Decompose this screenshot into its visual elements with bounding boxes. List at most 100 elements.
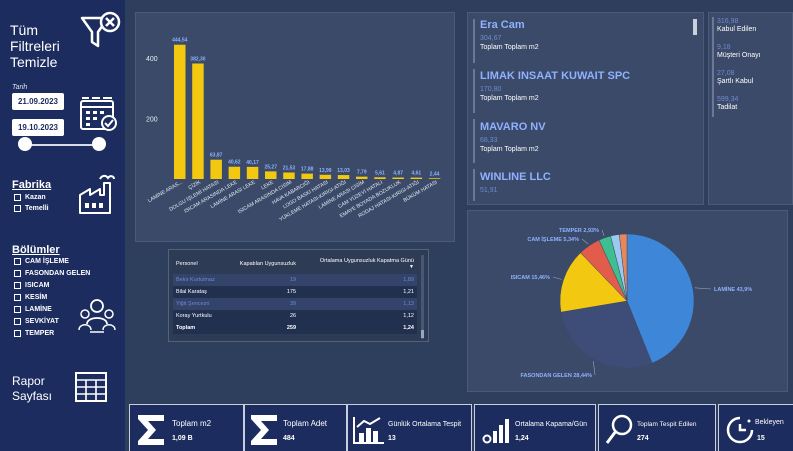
report-page-link[interactable]: Rapor Sayfası: [12, 374, 67, 404]
checkbox[interactable]: [14, 294, 21, 301]
table-total-row: Toplam 259 1,24: [173, 322, 417, 334]
pie-leader-line: [694, 287, 712, 290]
department-option[interactable]: KESİM: [14, 294, 47, 301]
table-row[interactable]: Yiğit Şencezri 39 1,13: [173, 298, 417, 310]
bar: [410, 177, 423, 179]
checkbox[interactable]: [14, 270, 21, 277]
checkbox[interactable]: [14, 318, 21, 325]
pie-slice-label: LAMİNE 43,9%: [714, 286, 752, 293]
department-option[interactable]: ISICAM: [14, 282, 50, 289]
pie-slice-label: CAM İŞLEME 5,34%: [527, 236, 579, 243]
pie-leader-line: [593, 361, 596, 376]
date-label: Tarih: [12, 84, 28, 91]
bar: [356, 176, 368, 179]
date-range-slider[interactable]: [24, 144, 97, 146]
bar: [392, 177, 404, 179]
checkbox[interactable]: [14, 330, 21, 337]
checkbox[interactable]: [14, 306, 21, 313]
bar: [246, 166, 259, 179]
company-accent-bar: [473, 169, 475, 201]
y-tick-label: 400: [146, 56, 158, 63]
end-date-input[interactable]: 19.10.2023: [12, 119, 64, 136]
approval-metrics-panel: 316,98 Kabul Edilen 9,18 Müşteri Onayı 2…: [708, 12, 793, 205]
bar-value-label: 444,54: [172, 38, 188, 44]
bar: [228, 166, 241, 179]
metric-item: 316,98 Kabul Edilen: [717, 18, 757, 33]
column-header-closed[interactable]: Kapatılan Uygunsuzluk: [226, 255, 299, 274]
company-card[interactable]: WINLINE LLC 51,91: [480, 171, 551, 194]
start-date-input[interactable]: 21.09.2023: [12, 93, 64, 110]
pie-leader-line: [581, 238, 589, 245]
table-row[interactable]: Bilal Karataş 175 1,21: [173, 286, 417, 298]
factory-title: Fabrika: [12, 179, 52, 191]
company-list-scrollbar[interactable]: [693, 19, 697, 35]
department-option[interactable]: TEMPER: [14, 330, 54, 337]
kpi-card-pending[interactable]: Bekleyen 15: [718, 404, 793, 451]
y-tick-label: 200: [146, 117, 158, 124]
bar: [337, 175, 350, 179]
factory-option-kazan[interactable]: Kazan: [14, 194, 46, 201]
kpi-card-total-detected[interactable]: Toplam Tespit Edilen 274: [598, 404, 716, 451]
department-option[interactable]: CAM İŞLEME: [14, 258, 69, 265]
pie-slice-label: ISICAM 15,46%: [511, 275, 551, 281]
bar-value-label: 7,79: [357, 170, 367, 176]
column-header-personnel[interactable]: Personel: [173, 255, 226, 274]
table-scrollbar-thumb[interactable]: [421, 330, 424, 338]
bar-value-label: 4,61: [411, 171, 421, 177]
sort-caret-icon: ▼: [409, 264, 414, 270]
department-option[interactable]: FASONDAN GELEN: [14, 270, 90, 277]
bar-value-label: 382,30: [190, 57, 206, 63]
company-card[interactable]: LIMAK INSAAT KUWAIT SPC 170,80 Toplam To…: [480, 70, 630, 102]
checkbox[interactable]: [14, 194, 21, 201]
filter-sidebar: Tüm Filtreleri Temizle Tarih 21.09.2023 …: [0, 0, 125, 451]
metric-item: 599,34 Tadilat: [717, 96, 739, 111]
bar: [374, 177, 386, 179]
checkbox[interactable]: [14, 282, 21, 289]
bar: [174, 44, 186, 179]
bar: [319, 174, 332, 179]
department-pie-chart: LAMİNE 43,9% FASONDAN GELEN 28,44% ISICAM …: [511, 228, 753, 379]
checkbox[interactable]: [14, 205, 21, 212]
bar: [265, 171, 277, 179]
clear-filter-funnel-icon[interactable]: [78, 10, 122, 54]
department-option[interactable]: LAMİNE: [14, 306, 52, 313]
bar-chart-up-icon: [353, 417, 384, 444]
pie-slice-label: TEMPER 2,93%: [559, 228, 599, 234]
kpi-card-total-count[interactable]: Toplam Adet 484: [244, 404, 347, 451]
company-accent-bar: [473, 69, 475, 113]
sigma-icon: [138, 415, 164, 445]
kpi-card-daily-average[interactable]: Günlük Ortalama Tespit 13: [347, 404, 472, 451]
bar-value-label: 40,62: [228, 160, 241, 166]
bar-value-label: 40,17: [246, 160, 259, 166]
table-row[interactable]: Koray Yurtkulu 26 1,12: [173, 310, 417, 322]
pie-leader-line: [552, 276, 562, 280]
slider-start-handle[interactable]: [18, 137, 32, 151]
bar: [192, 63, 204, 179]
metric-accent-bar: [712, 17, 714, 117]
x-tick-label: LAMİNE ARAS...: [147, 179, 184, 205]
table-row[interactable]: Bekir Kurtulmaz 19 1,89: [173, 274, 417, 286]
sigma-icon: [251, 415, 277, 445]
clear-filters-button[interactable]: Tüm Filtreleri Temizle: [10, 22, 70, 70]
kpi-card-total-m2[interactable]: Toplam m2 1,09 B: [129, 404, 244, 451]
company-card[interactable]: Era Cam 304,67 Toplam Toplam m2: [480, 19, 539, 51]
metric-item: 9,18 Müşteri Onayı: [717, 44, 761, 59]
column-header-avg-days[interactable]: Ortalama Uygunsuzluk Kapatma Günü ▼: [299, 255, 417, 274]
company-accent-bar: [473, 19, 475, 63]
defect-bar-chart: 200400444,54LAMİNE ARAS...382,30ÇİZİK63,…: [146, 38, 441, 223]
checkbox[interactable]: [14, 258, 21, 265]
slider-end-handle[interactable]: [92, 137, 106, 151]
pie-leader-line: [601, 229, 605, 237]
bar: [301, 173, 313, 179]
kpi-card-average-close[interactable]: Ortalama Kapama/Gün 1,24: [474, 404, 596, 451]
department-option[interactable]: SEVKİYAT: [14, 318, 59, 325]
department-pie-panel: LAMİNE 43,9% FASONDAN GELEN 28,44% ISICAM …: [467, 210, 788, 392]
company-card[interactable]: MAVARO NV 68,33 Toplam Toplam m2: [480, 121, 546, 153]
table-scrollbar[interactable]: [421, 255, 424, 339]
factory-option-temelli[interactable]: Temelli: [14, 205, 49, 212]
magnifier-icon: [605, 414, 633, 444]
departments-title: Bölümler: [12, 244, 60, 256]
bar-value-label: 5,61: [375, 170, 385, 176]
table-report-icon[interactable]: [75, 372, 107, 402]
company-list-panel: Era Cam 304,67 Toplam Toplam m2 LIMAK IN…: [467, 12, 704, 205]
